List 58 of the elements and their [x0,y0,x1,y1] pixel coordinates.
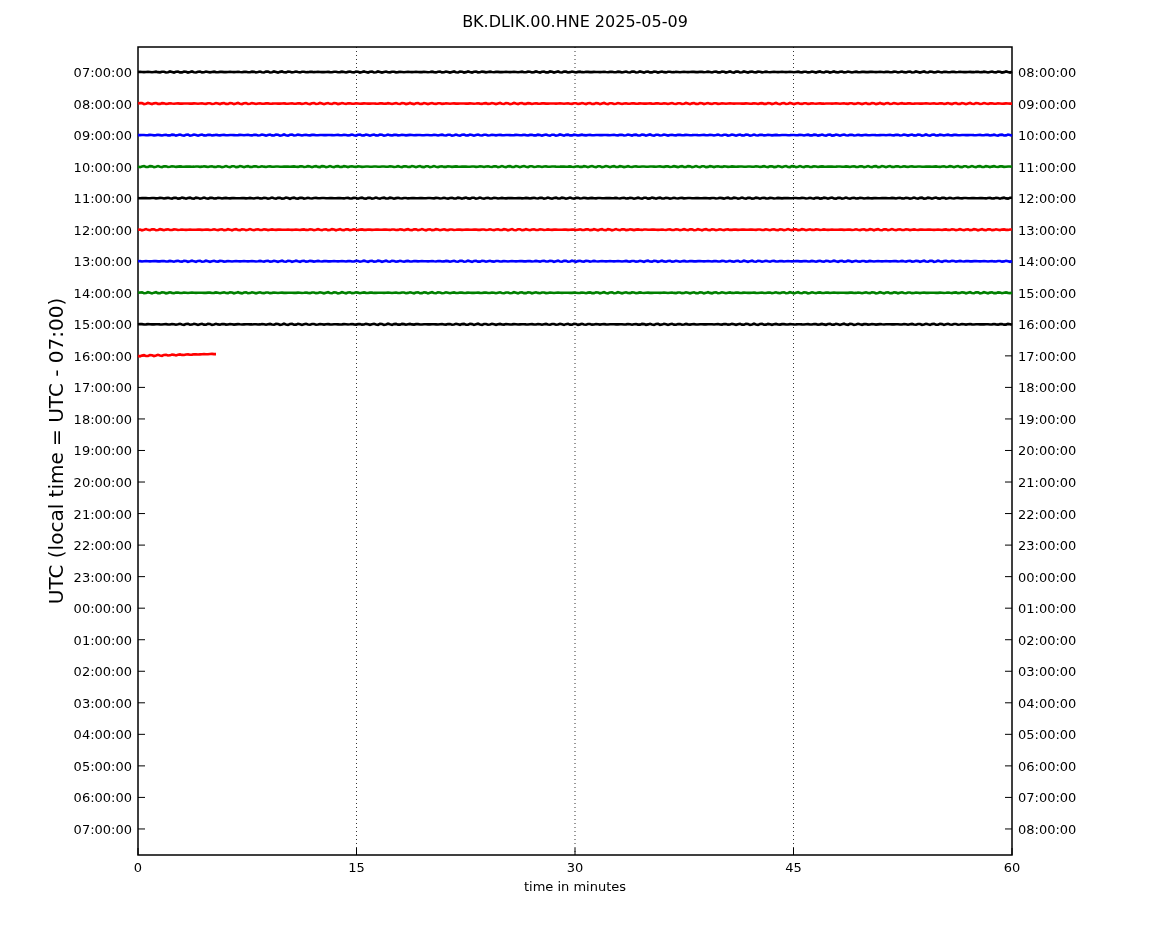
tick-label: 05:00:00 [1018,727,1077,743]
tick-label: 08:00:00 [73,96,132,112]
tick-label: 10:00:00 [1018,128,1077,144]
tick-label: 19:00:00 [73,443,132,459]
tick-label: 11:00:00 [1018,159,1077,175]
tick-label: 21:00:00 [1018,475,1077,490]
tick-label: 16:00:00 [73,348,132,364]
tick-label: 01:00:00 [73,632,132,648]
tick-label: 20:00:00 [73,475,132,490]
tick-label: 01:00:00 [1018,601,1077,617]
tick-label: 13:00:00 [1018,222,1077,238]
tick-label: 23:00:00 [73,569,132,585]
tick-label: 04:00:00 [73,727,132,743]
tick-label: 03:00:00 [1018,664,1077,680]
tick-label: 07:00:00 [73,65,132,80]
tick-label: 02:00:00 [73,664,132,680]
tick-label: 21:00:00 [73,506,132,522]
tick-label: 16:00:00 [1018,317,1077,333]
tick-label: 05:00:00 [73,758,132,774]
tick-label: 60 [1003,860,1021,875]
tick-label: 22:00:00 [1018,506,1077,522]
tick-label: 04:00:00 [1018,695,1077,711]
tick-label: 00:00:00 [1018,569,1077,585]
tick-label: 19:00:00 [1018,411,1077,427]
tick-label: 14:00:00 [1018,254,1077,270]
tick-label: 18:00:00 [1018,380,1077,396]
tick-label: 11:00:00 [73,191,132,207]
tick-label: 09:00:00 [1018,96,1077,112]
tick-label: 23:00:00 [1018,538,1077,554]
axis-label: time in minutes [523,879,627,894]
axis-label: UTC (local time = UTC - 07:00) [44,297,68,605]
tick-label: 17:00:00 [73,380,132,396]
tick-label: 06:00:00 [1018,758,1077,774]
tick-label: 22:00:00 [73,538,132,554]
tick-label: 15:00:00 [1018,285,1077,301]
tick-label: 07:00:00 [73,821,132,837]
tick-label: 30 [566,860,584,875]
tick-label: 17:00:00 [1018,348,1077,364]
tick-label: 14:00:00 [73,285,132,301]
tick-label: 0 [133,860,143,875]
tick-label: 09:00:00 [73,128,132,144]
tick-label: 13:00:00 [73,254,132,270]
tick-label: 02:00:00 [1018,632,1077,648]
tick-label: 10:00:00 [73,159,132,175]
tick-label: 08:00:00 [1018,65,1077,80]
tick-label: 03:00:00 [73,695,132,711]
tick-label: 18:00:00 [73,411,132,427]
tick-label: 20:00:00 [1018,443,1077,459]
tick-label: 00:00:00 [73,601,132,617]
tick-label: 15:00:00 [73,317,132,333]
tick-label: 12:00:00 [1018,191,1077,207]
tick-label: 06:00:00 [73,790,132,806]
tick-label: 15 [348,860,365,875]
tick-label: 12:00:00 [73,222,132,238]
chart-title: BK.DLIK.00.HNE 2025-05-09 [462,12,688,31]
tick-label: 08:00:00 [1018,821,1077,837]
tick-label: 45 [785,860,802,875]
tick-label: 07:00:00 [1018,790,1077,806]
